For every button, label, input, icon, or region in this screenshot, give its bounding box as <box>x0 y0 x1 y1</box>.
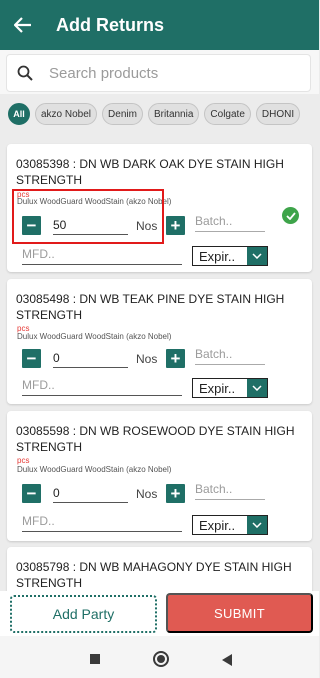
product-title: 03085598 : DN WB ROSEWOOD DYE STAIN HIGH… <box>16 424 295 454</box>
expiry-label: Expir.. <box>199 248 236 264</box>
expiry-label: Expir.. <box>199 380 236 396</box>
product-brand: Dulux WoodGuard WoodStain (akzo Nobel) <box>17 465 172 474</box>
page-title: Add Returns <box>56 14 164 35</box>
brand-filter-chips: All akzo Nobel Denim Britannia Colgate D… <box>0 98 319 130</box>
filter-chip-akzo-nobel[interactable]: akzo Nobel <box>35 103 98 125</box>
product-title: 03085798 : DN WB MAHAGONY DYE STAIN HIGH… <box>16 560 292 590</box>
chevron-down-icon <box>247 379 267 397</box>
mfd-input[interactable]: MFD.. <box>22 378 182 396</box>
app-bar: Add Returns <box>0 0 319 50</box>
back-button[interactable] <box>0 0 46 50</box>
product-title: 03085498 : DN WB TEAK PINE DYE STAIN HIG… <box>16 292 285 322</box>
decrement-button[interactable]: − <box>22 484 41 503</box>
quantity-unit: Nos <box>136 351 158 366</box>
mfd-input[interactable]: MFD.. <box>22 247 182 265</box>
batch-input[interactable]: Batch.. <box>195 214 265 232</box>
product-card: 03085798 : DN WB MAHAGONY DYE STAIN HIGH… <box>7 547 312 591</box>
product-list[interactable]: 03085398 : DN WB DARK OAK DYE STAIN HIGH… <box>0 136 319 591</box>
system-nav-bar <box>0 636 319 678</box>
expiry-dropdown[interactable]: Expir.. <box>192 515 268 535</box>
filter-chip-all[interactable]: All <box>8 103 30 125</box>
arrow-left-icon <box>14 17 31 33</box>
filter-chip-dhoni[interactable]: DHONI <box>255 103 301 125</box>
filter-chip-denim[interactable]: Denim <box>102 103 143 125</box>
batch-input[interactable]: Batch.. <box>195 482 265 500</box>
decrement-button[interactable]: − <box>22 349 41 368</box>
recents-icon[interactable] <box>90 654 100 664</box>
product-unit: pcs <box>17 456 30 465</box>
product-card: 03085598 : DN WB ROSEWOOD DYE STAIN HIGH… <box>7 411 312 541</box>
chevron-down-icon <box>247 247 267 265</box>
mfd-input[interactable]: MFD.. <box>22 514 182 532</box>
increment-button[interactable]: + <box>166 216 185 235</box>
product-card: 03085498 : DN WB TEAK PINE DYE STAIN HIG… <box>7 279 312 404</box>
product-title: 03085398 : DN WB DARK OAK DYE STAIN HIGH… <box>16 157 284 187</box>
check-icon <box>282 207 299 224</box>
expiry-label: Expir.. <box>199 517 236 533</box>
increment-button[interactable]: + <box>166 349 185 368</box>
filter-chip-colgate[interactable]: Colgate <box>204 103 251 125</box>
submit-button[interactable]: SUBMIT <box>166 593 313 633</box>
back-triangle-icon[interactable] <box>222 654 232 666</box>
increment-button[interactable]: + <box>166 484 185 503</box>
quantity-input[interactable]: 0 <box>53 350 128 368</box>
batch-input[interactable]: Batch.. <box>195 347 265 365</box>
search-box[interactable] <box>6 54 311 92</box>
quantity-stepper: − 0 Nos + <box>22 349 185 368</box>
search-icon <box>7 65 43 81</box>
filter-chip-britannia[interactable]: Britannia <box>147 103 200 125</box>
quantity-input[interactable]: 0 <box>53 485 128 503</box>
product-brand: Dulux WoodGuard WoodStain (akzo Nobel) <box>17 332 172 341</box>
chevron-down-icon <box>247 516 267 534</box>
quantity-stepper: − 0 Nos + <box>22 484 185 503</box>
selection-highlight <box>12 189 164 244</box>
quantity-unit: Nos <box>136 486 158 501</box>
action-bar: Add Party SUBMIT <box>0 591 319 636</box>
expiry-dropdown[interactable]: Expir.. <box>192 378 268 398</box>
product-card: 03085398 : DN WB DARK OAK DYE STAIN HIGH… <box>7 144 312 272</box>
home-icon[interactable] <box>153 651 169 667</box>
search-input[interactable] <box>49 64 299 82</box>
search-bar <box>0 50 319 94</box>
add-party-button[interactable]: Add Party <box>10 595 157 633</box>
expiry-dropdown[interactable]: Expir.. <box>192 246 268 266</box>
